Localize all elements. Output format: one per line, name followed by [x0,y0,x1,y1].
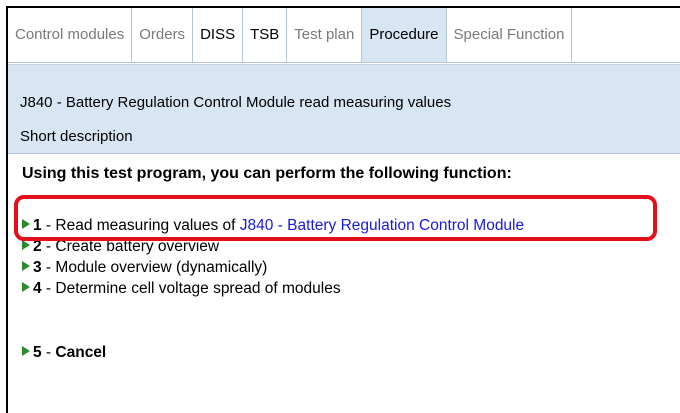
function-item-5-cancel[interactable]: 5 - Cancel [22,344,106,362]
function-item-4[interactable]: 4 - Determine cell voltage spread of mod… [22,280,341,298]
item-number: 5 [33,344,42,361]
intro-text: Using this test program, you can perform… [22,165,512,182]
tab-test-plan[interactable]: Test plan [287,8,363,62]
tab-special-function[interactable]: Special Function [447,8,573,62]
procedure-content: Using this test program, you can perform… [8,154,680,413]
item-number: 3 [33,259,42,276]
play-arrow-icon [22,240,30,250]
procedure-header: J840 - Battery Regulation Control Module… [8,64,680,154]
item-label: Module overview (dynamically) [55,259,268,276]
item-separator: - [41,344,56,361]
tab-bar: Control modules Orders DISS TSB Test pla… [8,8,680,63]
tab-orders[interactable]: Orders [132,8,194,62]
short-description-label: Short description [20,128,133,145]
play-arrow-icon [22,261,30,271]
cancel-label: Cancel [55,344,107,361]
item-separator: - [41,280,56,297]
play-arrow-icon [22,282,30,292]
highlight-annotation-box [14,195,657,241]
item-number: 4 [33,280,42,297]
procedure-title: J840 - Battery Regulation Control Module… [20,94,452,111]
item-label: Determine cell voltage spread of modules [55,280,341,297]
tab-control-modules[interactable]: Control modules [8,8,133,62]
item-separator: - [41,259,56,276]
tab-tsb[interactable]: TSB [243,8,288,62]
tab-procedure[interactable]: Procedure [362,8,447,62]
tab-diss[interactable]: DISS [193,8,244,62]
play-arrow-icon [22,346,30,356]
function-item-3[interactable]: 3 - Module overview (dynamically) [22,259,267,277]
